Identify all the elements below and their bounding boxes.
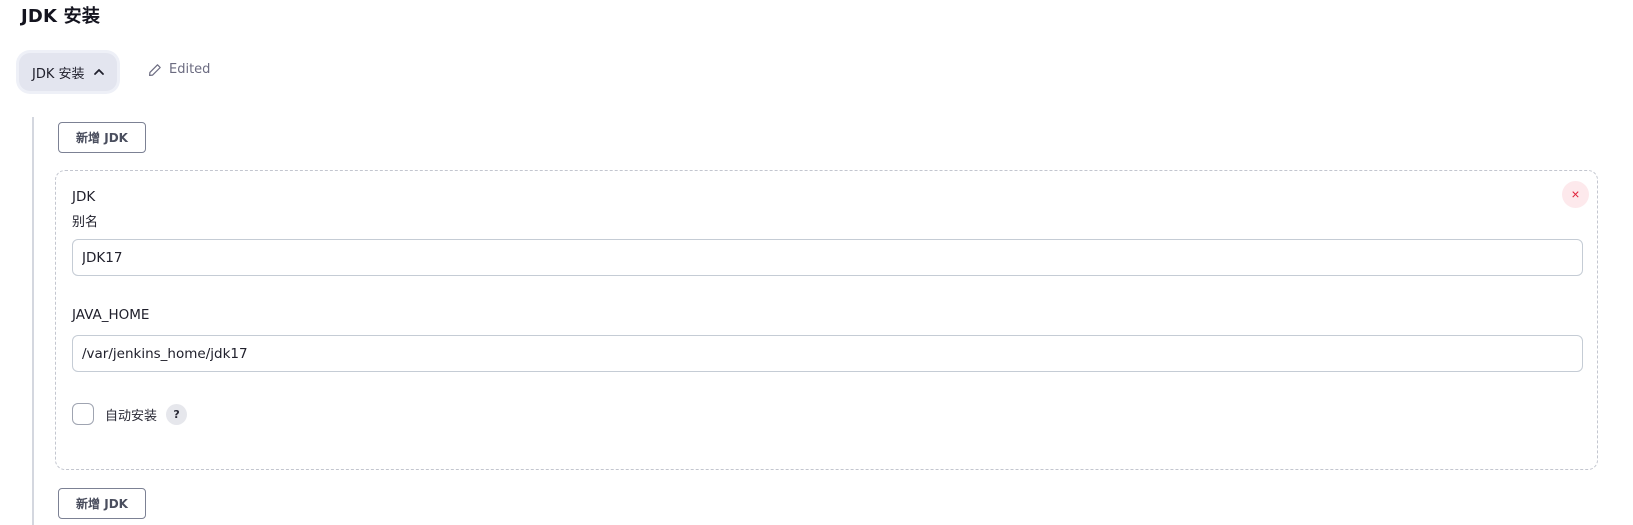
java-home-label: JAVA_HOME <box>72 307 150 323</box>
auto-install-label: 自动安装 <box>105 408 158 424</box>
auto-install-checkbox[interactable] <box>72 403 94 425</box>
pencil-icon <box>149 63 161 76</box>
edited-status-text: Edited <box>169 62 211 77</box>
java-home-input[interactable] <box>72 335 1583 372</box>
section-toggle-label: JDK 安装 <box>32 66 85 82</box>
jdk-type-label: JDK <box>72 189 96 205</box>
section-toggle-button[interactable]: JDK 安装 <box>19 53 117 91</box>
auto-install-row: 自动安装 ? <box>72 403 188 425</box>
delete-jdk-button[interactable]: × <box>1562 181 1589 208</box>
close-icon: × <box>1571 186 1580 202</box>
edited-status: Edited <box>148 62 210 77</box>
tree-line <box>32 117 34 525</box>
section-toggle-wrapper: JDK 安装 <box>16 50 120 94</box>
section-title: JDK 安装 <box>21 6 101 27</box>
add-jdk-button-top[interactable]: 新增 JDK <box>58 122 146 153</box>
help-icon[interactable]: ? <box>166 403 188 425</box>
chevron-up-icon <box>93 69 104 75</box>
add-jdk-button-bottom[interactable]: 新增 JDK <box>58 488 146 519</box>
alias-label: 别名 <box>72 215 99 230</box>
alias-input[interactable] <box>72 239 1583 276</box>
jdk-entry-panel: × JDK 别名 JAVA_HOME 自动安装 ? <box>55 170 1598 470</box>
